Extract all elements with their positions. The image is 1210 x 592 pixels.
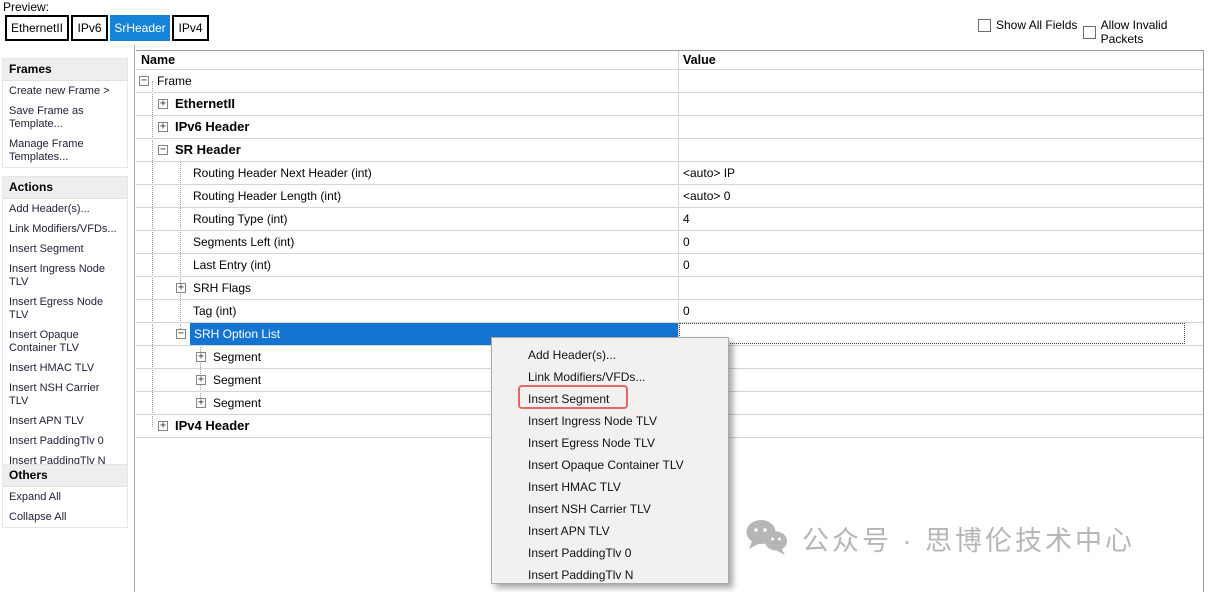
row-name: Routing Type (int) bbox=[193, 208, 288, 230]
menu-item-insert-egress-node-tlv[interactable]: Insert Egress Node TLV bbox=[492, 432, 728, 454]
row-value[interactable]: 0 bbox=[683, 300, 690, 322]
table-row[interactable]: + SRH Flags bbox=[136, 277, 1203, 300]
menu-item-insert-hmac-tlv[interactable]: Insert HMAC TLV bbox=[492, 476, 728, 498]
sidebar-item[interactable]: Collapse All bbox=[3, 507, 127, 527]
sidebar-section-frames: FramesCreate new Frame >Save Frame as Te… bbox=[2, 58, 128, 168]
row-name: Last Entry (int) bbox=[193, 254, 271, 276]
expand-icon[interactable]: + bbox=[158, 122, 168, 132]
row-value[interactable]: 4 bbox=[683, 208, 690, 230]
sidebar-item[interactable]: Expand All bbox=[3, 487, 127, 507]
tab-ethernetii[interactable]: EthernetII bbox=[5, 15, 69, 41]
sidebar-item[interactable]: Insert NSH Carrier TLV bbox=[3, 378, 127, 411]
sidebar-item[interactable]: Manage Frame Templates... bbox=[3, 134, 127, 167]
row-name: EthernetII bbox=[175, 93, 235, 115]
sidebar-item[interactable]: Insert Segment bbox=[3, 239, 127, 259]
sidebar-item[interactable]: Insert Opaque Container TLV bbox=[3, 325, 127, 358]
row-name: SRH Flags bbox=[193, 277, 251, 299]
allow-invalid-packets-checkbox[interactable] bbox=[1083, 26, 1096, 39]
row-name: Frame bbox=[157, 70, 192, 92]
row-name: Routing Header Next Header (int) bbox=[193, 162, 372, 184]
menu-item-add-header-s[interactable]: Add Header(s)... bbox=[492, 344, 728, 366]
allow-invalid-packets-option: Allow Invalid Packets bbox=[1083, 18, 1210, 46]
menu-item-insert-opaque-container-tlv[interactable]: Insert Opaque Container TLV bbox=[492, 454, 728, 476]
watermark-text: 公众号 · 思博伦技术中心 bbox=[802, 519, 1135, 558]
sidebar-section-actions: ActionsAdd Header(s)...Link Modifiers/VF… bbox=[2, 176, 128, 472]
table-row[interactable]: Last Entry (int) 0 bbox=[136, 254, 1203, 277]
table-row[interactable]: −SR Header bbox=[136, 139, 1203, 162]
row-name: Segment bbox=[213, 369, 261, 391]
frame-editor-window: Preview: EthernetIIIPv6SrHeaderIPv4 Show… bbox=[0, 0, 1210, 592]
row-value[interactable]: <auto> 0 bbox=[683, 185, 730, 207]
sidebar-section-others: OthersExpand AllCollapse All bbox=[2, 464, 128, 528]
row-name: IPv6 Header bbox=[175, 116, 249, 138]
tab-ipv4[interactable]: IPv4 bbox=[172, 15, 209, 41]
expand-icon[interactable]: + bbox=[158, 99, 168, 109]
menu-item-insert-paddingtlv-n[interactable]: Insert PaddingTlv N bbox=[492, 564, 728, 586]
tab-ipv6[interactable]: IPv6 bbox=[71, 15, 108, 41]
sidebar-item[interactable]: Save Frame as Template... bbox=[3, 101, 127, 134]
menu-item-insert-ingress-node-tlv[interactable]: Insert Ingress Node TLV bbox=[492, 410, 728, 432]
row-name: Segment bbox=[213, 346, 261, 368]
row-name: Segment bbox=[213, 392, 261, 414]
name-column-header: Name bbox=[141, 51, 175, 69]
row-value[interactable]: 0 bbox=[683, 254, 690, 276]
sidebar-divider bbox=[134, 45, 135, 592]
row-value[interactable]: 0 bbox=[683, 231, 690, 253]
menu-item-insert-segment[interactable]: Insert Segment bbox=[492, 388, 728, 410]
table-row[interactable]: Routing Header Next Header (int) <auto> I… bbox=[136, 162, 1203, 185]
expand-icon[interactable]: + bbox=[196, 375, 206, 385]
collapse-icon[interactable]: − bbox=[176, 329, 186, 339]
row-value[interactable]: <auto> IP bbox=[683, 162, 735, 184]
preview-label: Preview: bbox=[3, 0, 49, 14]
allow-invalid-packets-label: Allow Invalid Packets bbox=[1101, 18, 1210, 46]
sidebar-item[interactable]: Create new Frame > bbox=[3, 81, 127, 101]
show-all-fields-label: Show All Fields bbox=[996, 18, 1077, 32]
table-row[interactable]: + IPv6 Header bbox=[136, 116, 1203, 139]
menu-item-insert-apn-tlv[interactable]: Insert APN TLV bbox=[492, 520, 728, 542]
row-name: Tag (int) bbox=[193, 300, 236, 322]
collapse-icon[interactable]: − bbox=[139, 76, 149, 86]
collapse-icon[interactable]: − bbox=[158, 145, 168, 155]
table-header: Name Value bbox=[136, 51, 1203, 70]
table-row[interactable]: Routing Type (int) 4 bbox=[136, 208, 1203, 231]
sidebar-item[interactable]: Insert Ingress Node TLV bbox=[3, 259, 127, 292]
value-column-header: Value bbox=[683, 51, 716, 69]
section-title: Actions bbox=[3, 177, 127, 199]
sidebar-item[interactable]: Add Header(s)... bbox=[3, 199, 127, 219]
tab-srheader[interactable]: SrHeader bbox=[110, 15, 170, 41]
value-cell-focus-rect[interactable] bbox=[679, 323, 1185, 344]
table-row[interactable]: Segments Left (int) 0 bbox=[136, 231, 1203, 254]
watermark: 公众号 · 思博伦技术中心 bbox=[744, 518, 1135, 558]
row-name: SR Header bbox=[175, 139, 241, 161]
sidebar-item[interactable]: Insert APN TLV bbox=[3, 411, 127, 431]
expand-icon[interactable]: + bbox=[176, 283, 186, 293]
expand-icon[interactable]: + bbox=[196, 352, 206, 362]
table-row[interactable]: Routing Header Length (int) <auto> 0 bbox=[136, 185, 1203, 208]
menu-item-insert-nsh-carrier-tlv[interactable]: Insert NSH Carrier TLV bbox=[492, 498, 728, 520]
table-row[interactable]: −Frame bbox=[136, 70, 1203, 93]
sidebar-item[interactable]: Insert Egress Node TLV bbox=[3, 292, 127, 325]
expand-icon[interactable]: + bbox=[196, 398, 206, 408]
sidebar-item[interactable]: Link Modifiers/VFDs... bbox=[3, 219, 127, 239]
section-title: Others bbox=[3, 465, 127, 487]
row-name: Routing Header Length (int) bbox=[193, 185, 341, 207]
show-all-fields-checkbox[interactable] bbox=[978, 19, 991, 32]
sidebar-item[interactable]: Insert HMAC TLV bbox=[3, 358, 127, 378]
row-name: IPv4 Header bbox=[175, 415, 249, 437]
section-title: Frames bbox=[3, 59, 127, 81]
menu-item-link-modifiers-vfds[interactable]: Link Modifiers/VFDs... bbox=[492, 366, 728, 388]
wechat-icon bbox=[744, 518, 790, 558]
expand-icon[interactable]: + bbox=[158, 421, 168, 431]
menu-item-insert-paddingtlv-0[interactable]: Insert PaddingTlv 0 bbox=[492, 542, 728, 564]
table-row[interactable]: Tag (int) 0 bbox=[136, 300, 1203, 323]
table-row[interactable]: + EthernetII bbox=[136, 93, 1203, 116]
show-all-fields-option: Show All Fields bbox=[978, 18, 1077, 32]
context-menu: Add Header(s)...Link Modifiers/VFDs...In… bbox=[491, 337, 729, 584]
sidebar-item[interactable]: Insert PaddingTlv 0 bbox=[3, 431, 127, 451]
row-name: Segments Left (int) bbox=[193, 231, 294, 253]
